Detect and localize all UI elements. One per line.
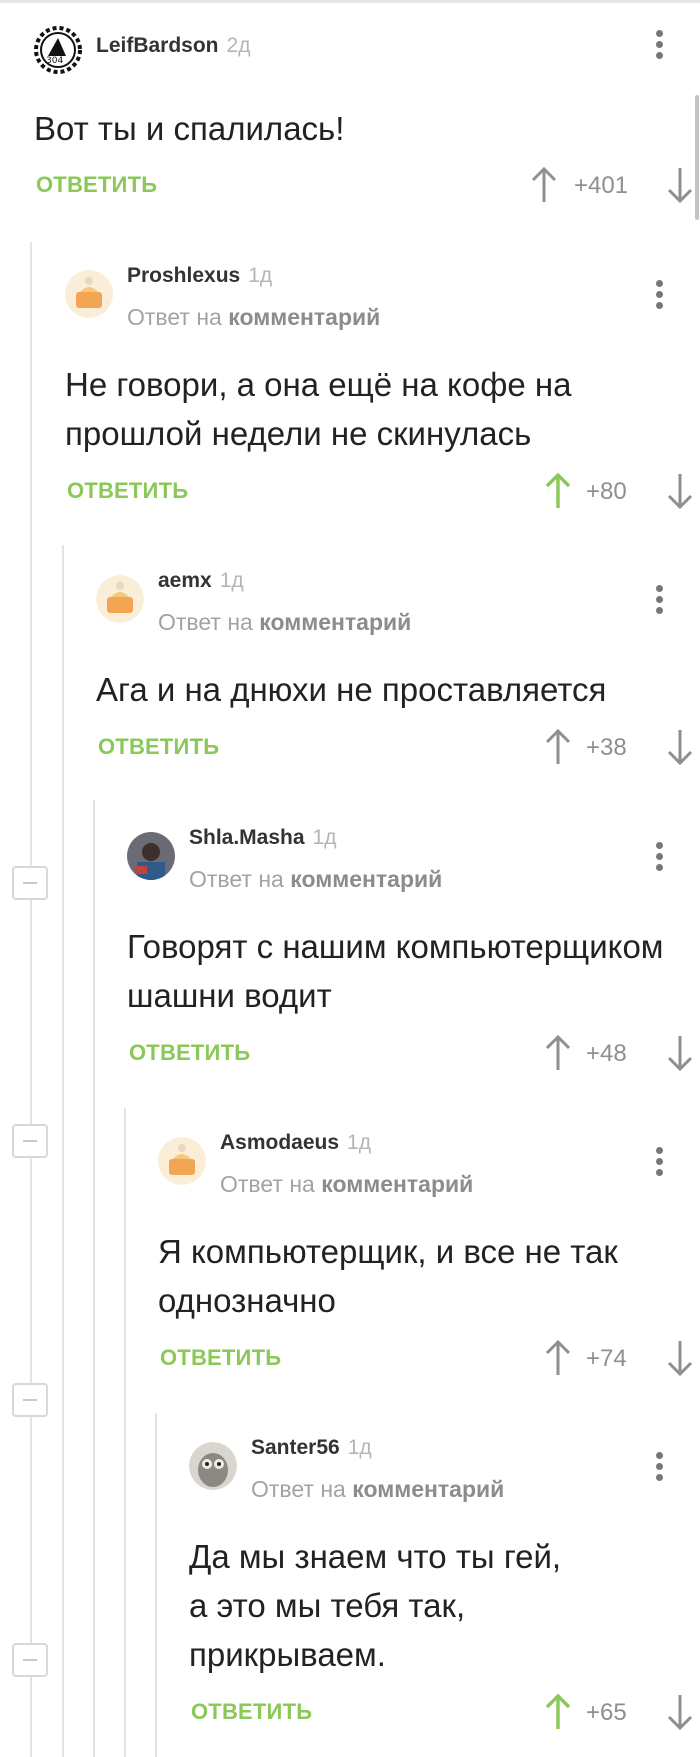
more-icon[interactable] xyxy=(652,1147,666,1181)
reply-button[interactable]: ОТВЕТИТЬ xyxy=(67,478,188,504)
reply-to-target[interactable]: комментарий xyxy=(321,1171,473,1197)
comment-time: 1д xyxy=(347,1436,372,1459)
comment-text: Вот ты и спалилась! xyxy=(34,110,345,147)
reply-to-target[interactable]: комментарий xyxy=(352,1476,504,1502)
more-icon[interactable] xyxy=(652,1452,666,1486)
author-name: Asmodaeus xyxy=(220,1131,340,1154)
reply-to-target[interactable]: комментарий xyxy=(290,866,442,892)
comment: Asmodaeus 1д Ответ на комментарий Я компь… xyxy=(158,1131,700,1377)
more-icon[interactable] xyxy=(652,842,666,876)
comment-author[interactable]: Santer56 1д xyxy=(251,1436,372,1460)
vote-controls: +80 xyxy=(544,472,700,512)
thread-line xyxy=(93,800,95,1757)
vote-controls: +38 xyxy=(544,728,700,768)
reply-to-label[interactable]: Ответ на комментарий xyxy=(251,1476,504,1503)
reply-to-label[interactable]: Ответ на комментарий xyxy=(220,1171,473,1198)
comment-author[interactable]: Proshlexus 1д xyxy=(127,264,272,288)
gear-emblem-avatar[interactable]: 304 xyxy=(34,26,82,74)
comment-text: Говорят с нашим компьютерщиком шашни вод… xyxy=(127,928,664,1014)
comment-text: Не говори, а она ещё на кофе на прошлой … xyxy=(65,366,572,452)
thread-line xyxy=(30,242,32,1757)
reply-to-prefix: Ответ на xyxy=(220,1171,315,1197)
thread-line xyxy=(155,1413,157,1757)
reply-to-label[interactable]: Ответ на комментарий xyxy=(189,866,442,893)
author-name: Shla.Masha xyxy=(189,826,305,849)
reply-to-prefix: Ответ на xyxy=(189,866,284,892)
comment: 304 LeifBardson 2д Вот ты и спалилась! ОТ… xyxy=(34,26,700,206)
comment-text: Да мы знаем что ты гей, а это мы тебя та… xyxy=(189,1538,562,1673)
downvote-icon[interactable] xyxy=(666,166,694,204)
author-name: LeifBardson xyxy=(96,34,219,57)
author-name: aemx xyxy=(158,569,212,592)
comment-author[interactable]: LeifBardson 2д xyxy=(96,34,250,58)
svg-text:304: 304 xyxy=(46,56,63,66)
downvote-icon[interactable] xyxy=(666,1339,694,1377)
upvote-icon[interactable] xyxy=(544,1034,572,1072)
comment: aemx 1д Ответ на комментарий Ага и на дню… xyxy=(96,569,700,766)
reply-to-target[interactable]: комментарий xyxy=(228,304,380,330)
more-icon[interactable] xyxy=(652,280,666,314)
thread-line xyxy=(62,545,64,1757)
more-icon[interactable] xyxy=(652,30,666,64)
upvote-icon[interactable] xyxy=(530,166,558,204)
comment-time: 1д xyxy=(248,264,273,287)
thread-line xyxy=(124,1108,126,1757)
reply-to-target[interactable]: комментарий xyxy=(259,609,411,635)
upvote-icon[interactable] xyxy=(544,728,572,766)
collapse-thread-button[interactable] xyxy=(12,1124,48,1158)
reply-to-label[interactable]: Ответ на комментарий xyxy=(127,304,380,331)
upvote-icon[interactable] xyxy=(544,472,572,510)
reply-button[interactable]: ОТВЕТИТЬ xyxy=(129,1040,250,1066)
cake-avatar[interactable] xyxy=(96,575,144,623)
vote-score: +38 xyxy=(586,734,627,761)
reply-button[interactable]: ОТВЕТИТЬ xyxy=(191,1699,312,1725)
photo-avatar[interactable] xyxy=(127,832,175,880)
reply-to-prefix: Ответ на xyxy=(251,1476,346,1502)
reply-to-prefix: Ответ на xyxy=(127,304,222,330)
vote-controls: +401 xyxy=(530,166,700,206)
vote-score: +74 xyxy=(586,1345,627,1372)
vote-score: +48 xyxy=(586,1040,627,1067)
top-divider xyxy=(0,0,700,3)
owl-avatar[interactable] xyxy=(189,1442,237,1490)
comment-author[interactable]: Shla.Masha 1д xyxy=(189,826,336,850)
comment-author[interactable]: aemx 1д xyxy=(158,569,244,593)
cake-avatar[interactable] xyxy=(65,270,113,318)
comment: Santer56 1д Ответ на комментарий Да мы зн… xyxy=(189,1436,700,1733)
vote-controls: +74 xyxy=(544,1339,700,1379)
comment: Proshlexus 1д Ответ на комментарий Не гов… xyxy=(65,264,700,510)
vote-score: +65 xyxy=(586,1699,627,1726)
reply-to-prefix: Ответ на xyxy=(158,609,253,635)
vote-score: +80 xyxy=(586,478,627,505)
vote-score: +401 xyxy=(574,172,629,199)
upvote-icon[interactable] xyxy=(544,1339,572,1377)
comment-time: 2д xyxy=(226,34,251,57)
comment-text: Ага и на днюхи не проставляется xyxy=(96,671,607,708)
vote-controls: +65 xyxy=(544,1693,700,1733)
reply-button[interactable]: ОТВЕТИТЬ xyxy=(36,172,157,198)
collapse-thread-button[interactable] xyxy=(12,1643,48,1677)
upvote-icon[interactable] xyxy=(544,1693,572,1731)
collapse-thread-button[interactable] xyxy=(12,866,48,900)
downvote-icon[interactable] xyxy=(666,1693,694,1731)
downvote-icon[interactable] xyxy=(666,728,694,766)
comment-time: 1д xyxy=(219,569,244,592)
collapse-thread-button[interactable] xyxy=(12,1383,48,1417)
comment-time: 1д xyxy=(347,1131,371,1154)
comment: Shla.Masha 1д Ответ на комментарий Говоря… xyxy=(127,826,700,1072)
vote-controls: +48 xyxy=(544,1034,700,1074)
author-name: Proshlexus xyxy=(127,264,241,287)
reply-to-label[interactable]: Ответ на комментарий xyxy=(158,609,411,636)
reply-button[interactable]: ОТВЕТИТЬ xyxy=(98,734,219,760)
cake-avatar[interactable] xyxy=(158,1137,206,1185)
downvote-icon[interactable] xyxy=(666,472,694,510)
author-name: Santer56 xyxy=(251,1436,340,1459)
reply-button[interactable]: ОТВЕТИТЬ xyxy=(160,1345,281,1371)
downvote-icon[interactable] xyxy=(666,1034,694,1072)
more-icon[interactable] xyxy=(652,585,666,619)
comment-text: Я компьютерщик, и все не так однозначно xyxy=(158,1233,618,1319)
comment-author[interactable]: Asmodaeus 1д xyxy=(220,1131,371,1155)
comment-time: 1д xyxy=(312,826,337,849)
